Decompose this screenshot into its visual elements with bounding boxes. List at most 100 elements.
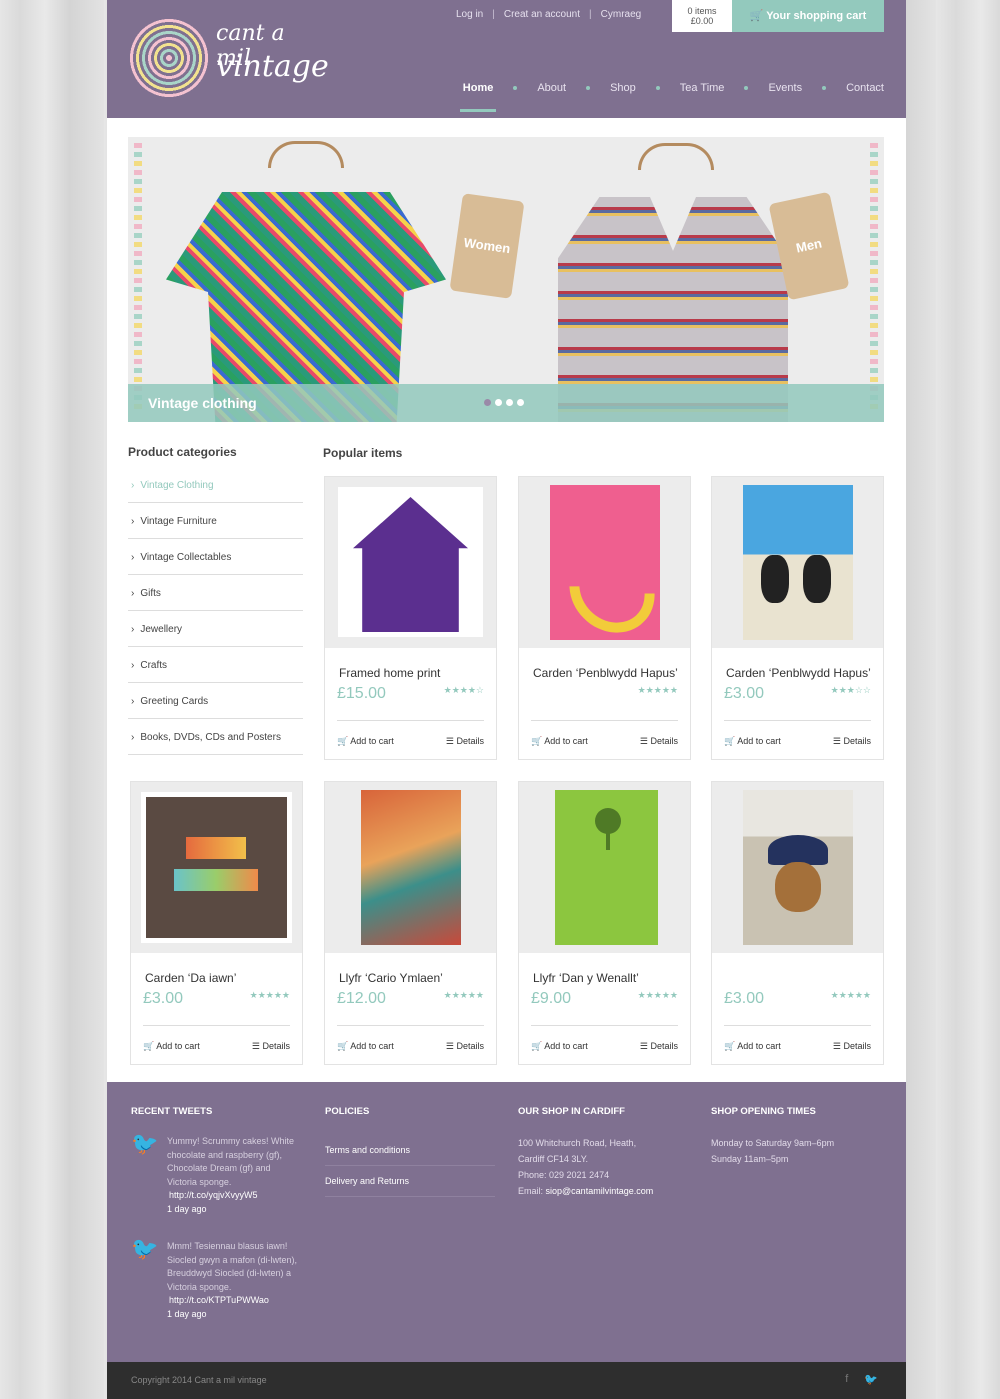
product-image-area[interactable]: [519, 782, 690, 953]
footer-tweets: RECENT TWEETS 🐦 Yummy! Scrummy cakes! Wh…: [131, 1106, 301, 1345]
footer-hours: SHOP OPENING TIMES Monday to Saturday 9a…: [711, 1106, 834, 1167]
category-crafts[interactable]: › Crafts: [128, 648, 303, 683]
card-letter-block: [186, 837, 246, 859]
product-image: [743, 485, 853, 640]
category-jewellery[interactable]: › Jewellery: [128, 612, 303, 647]
category-greeting-cards[interactable]: › Greeting Cards: [128, 684, 303, 719]
slider-dot[interactable]: [495, 399, 502, 406]
product-image: [141, 792, 292, 943]
card-divider: [531, 720, 678, 721]
product-name[interactable]: Llyfr ‘Dan y Wenallt’: [533, 971, 639, 985]
add-to-cart-button[interactable]: 🛒 Add to cart: [531, 736, 588, 747]
product-image-area[interactable]: [325, 782, 496, 953]
add-to-cart-label: Add to cart: [350, 736, 394, 746]
nav-home[interactable]: Home: [459, 82, 496, 112]
terms-link[interactable]: Terms and conditions: [325, 1135, 495, 1166]
logo-mandala-icon: [128, 17, 210, 99]
add-to-cart-button[interactable]: 🛒 Add to cart: [143, 1041, 200, 1052]
cart-summary[interactable]: 0 items £0.00: [672, 0, 732, 32]
product-image-area[interactable]: [712, 477, 883, 648]
nav-events[interactable]: Events: [768, 82, 802, 94]
page-wrapper: cant a mil vintage Log in | Creat an acc…: [107, 0, 906, 1399]
add-to-cart-button[interactable]: 🛒 Add to cart: [724, 1041, 781, 1052]
category-vintage-clothing[interactable]: › Vintage Clothing: [128, 468, 303, 503]
details-label: Details: [456, 1041, 484, 1051]
chevron-right-icon: ›: [131, 588, 135, 599]
category-label: Gifts: [140, 588, 161, 599]
details-button[interactable]: ☰ Details: [833, 736, 871, 747]
details-button[interactable]: ☰ Details: [640, 736, 678, 747]
tweet-link[interactable]: http://t.co/KTPTuPWWao: [167, 1294, 301, 1308]
add-to-cart-button[interactable]: 🛒 Add to cart: [337, 1041, 394, 1052]
details-label: Details: [650, 1041, 678, 1051]
delivery-returns-link[interactable]: Delivery and Returns: [325, 1166, 495, 1197]
details-label: Details: [843, 736, 871, 746]
product-image-area[interactable]: [519, 477, 690, 651]
product-name[interactable]: Llyfr ‘Cario Ymlaen’: [339, 971, 443, 985]
site-logo[interactable]: cant a mil vintage: [128, 15, 329, 105]
product-name[interactable]: Carden ‘Penblwydd Hapus’: [533, 666, 678, 680]
nav-about[interactable]: About: [537, 82, 566, 94]
product-card[interactable]: Framed home print £15.00 ★★★★☆ 🛒 Add to …: [324, 476, 497, 760]
category-vintage-collectables[interactable]: › Vintage Collectables: [128, 540, 303, 575]
slider-dot[interactable]: [517, 399, 524, 406]
product-name[interactable]: Framed home print: [339, 666, 440, 680]
nav-tea-time[interactable]: Tea Time: [680, 82, 725, 94]
tweets-heading: RECENT TWEETS: [131, 1106, 213, 1117]
product-card[interactable]: Llyfr ‘Cario Ymlaen’ £12.00 ★★★★★ 🛒 Add …: [324, 781, 497, 1065]
details-button[interactable]: ☰ Details: [833, 1041, 871, 1052]
slider-dot[interactable]: [484, 399, 491, 406]
slide-caption-bar: Vintage clothing: [128, 384, 884, 422]
chevron-right-icon: ›: [131, 624, 135, 635]
hero-slider[interactable]: Women Men Vintage clothing: [128, 137, 884, 422]
add-to-cart-button[interactable]: 🛒 Add to cart: [724, 736, 781, 747]
shop-email-link[interactable]: siop@cantamilvintage.com: [546, 1186, 654, 1196]
product-card[interactable]: Llyfr ‘Dan y Wenallt’ £9.00 ★★★★★ 🛒 Add …: [518, 781, 691, 1065]
nav-contact[interactable]: Contact: [846, 82, 884, 94]
product-image-area[interactable]: [131, 782, 302, 953]
bear-face-shape: [775, 862, 821, 912]
rating-stars: ★★★★★: [637, 685, 678, 695]
product-card[interactable]: £3.00 ★★★★★ 🛒 Add to cart ☰ Details: [711, 781, 884, 1065]
add-to-cart-button[interactable]: 🛒 Add to cart: [531, 1041, 588, 1052]
category-gifts[interactable]: › Gifts: [128, 576, 303, 611]
product-image-area[interactable]: [712, 782, 883, 953]
card-divider: [531, 1025, 678, 1026]
tree-shape: [595, 808, 621, 834]
product-card[interactable]: Carden ‘Penblwydd Hapus’ ★★★★★ 🛒 Add to …: [518, 476, 691, 760]
slider-dot[interactable]: [506, 399, 513, 406]
shopping-cart-button[interactable]: 🛒 Your shopping cart: [732, 0, 884, 32]
create-account-link[interactable]: Creat an account: [495, 9, 589, 20]
tweet-text: Yummy! Scrummy cakes! White chocolate an…: [167, 1136, 295, 1187]
women-tag[interactable]: Women: [449, 193, 525, 299]
category-label: Jewellery: [140, 624, 183, 635]
twitter-icon[interactable]: 🐦: [864, 1373, 878, 1386]
copyright: Copyright 2014 Cant a mil vintage: [131, 1375, 267, 1385]
bottom-bar: Copyright 2014 Cant a mil vintage f 🐦: [107, 1362, 906, 1399]
separator: |: [589, 9, 592, 20]
product-card[interactable]: Carden ‘Penblwydd Hapus’ £3.00 ★★★☆☆ 🛒 A…: [711, 476, 884, 760]
add-to-cart-label: Add to cart: [544, 736, 588, 746]
site-footer: RECENT TWEETS 🐦 Yummy! Scrummy cakes! Wh…: [107, 1082, 906, 1362]
product-name[interactable]: Carden ‘Da iawn’: [145, 971, 236, 985]
login-link[interactable]: Log in: [447, 9, 492, 20]
details-button[interactable]: ☰ Details: [640, 1041, 678, 1052]
add-to-cart-button[interactable]: 🛒 Add to cart: [337, 736, 394, 747]
top-links: Log in | Creat an account | Cymraeg: [447, 9, 650, 20]
nav-shop[interactable]: Shop: [610, 82, 636, 94]
chevron-right-icon: ›: [131, 696, 135, 707]
details-button[interactable]: ☰ Details: [446, 736, 484, 747]
details-button[interactable]: ☰ Details: [252, 1041, 290, 1052]
details-button[interactable]: ☰ Details: [446, 1041, 484, 1052]
product-name[interactable]: Carden ‘Penblwydd Hapus’: [726, 666, 871, 680]
product-card[interactable]: Carden ‘Da iawn’ £3.00 ★★★★★ 🛒 Add to ca…: [130, 781, 303, 1065]
language-link[interactable]: Cymraeg: [592, 9, 651, 20]
add-to-cart-label: Add to cart: [156, 1041, 200, 1051]
category-vintage-furniture[interactable]: › Vintage Furniture: [128, 504, 303, 539]
add-to-cart-label: Add to cart: [737, 736, 781, 746]
category-books-dvds[interactable]: › Books, DVDs, CDs and Posters: [128, 720, 303, 755]
product-image-area[interactable]: [325, 477, 496, 648]
tweet-link[interactable]: http://t.co/yqjvXvyyW5: [167, 1189, 301, 1203]
facebook-icon[interactable]: f: [845, 1373, 848, 1386]
details-label: Details: [262, 1041, 290, 1051]
